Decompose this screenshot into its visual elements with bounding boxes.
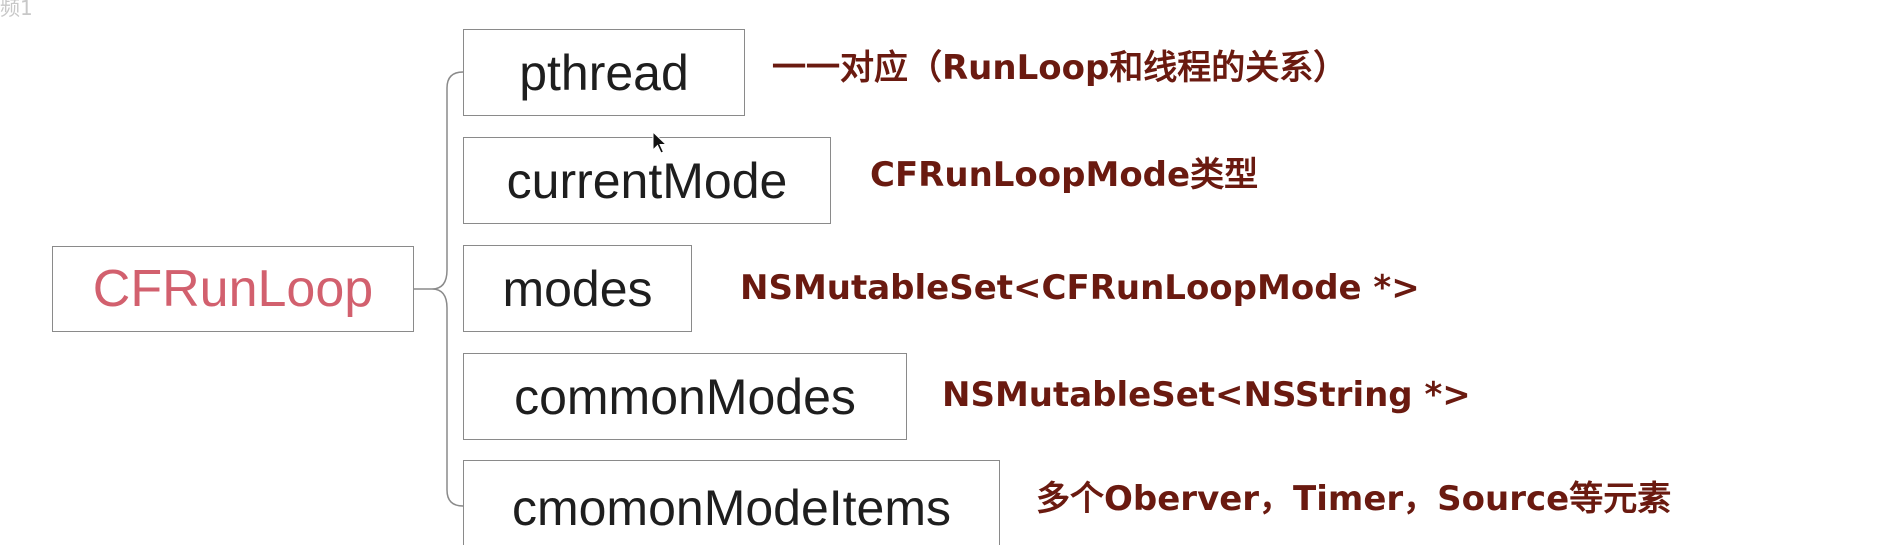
mouse-pointer-icon — [652, 131, 668, 154]
member-node-label: commonModes — [514, 368, 856, 425]
curly-bracket — [431, 71, 464, 507]
diagram-canvas: 频1 CFRunLoop pthread 一一对应（RunLoop和线程的关系）… — [0, 0, 1887, 545]
member-node-currentmode: currentMode — [463, 137, 831, 224]
member-node-cmomonmodeitems: cmomonModeItems — [463, 460, 1000, 545]
member-description-cmomonmodeitems: 多个Oberver，Timer，Source等元素 — [1036, 479, 1672, 519]
member-node-modes: modes — [463, 245, 692, 332]
member-description-currentmode: CFRunLoopMode类型 — [870, 155, 1259, 195]
member-node-label: cmomonModeItems — [511, 480, 952, 536]
member-description-commonmodes: NSMutableSet<NSString *> — [942, 375, 1471, 415]
member-description-modes: NSMutableSet<CFRunLoopMode *> — [740, 268, 1420, 308]
member-node-commonmodes: commonModes — [463, 353, 907, 440]
root-node-cfrunloop: CFRunLoop — [52, 246, 414, 332]
member-node-pthread: pthread — [463, 29, 745, 116]
member-node-label: pthread — [519, 44, 689, 101]
member-description-pthread: 一一对应（RunLoop和线程的关系） — [772, 48, 1348, 88]
root-node-label: CFRunLoop — [92, 260, 374, 318]
member-node-label: currentMode — [506, 152, 788, 209]
member-node-label: modes — [502, 260, 653, 317]
